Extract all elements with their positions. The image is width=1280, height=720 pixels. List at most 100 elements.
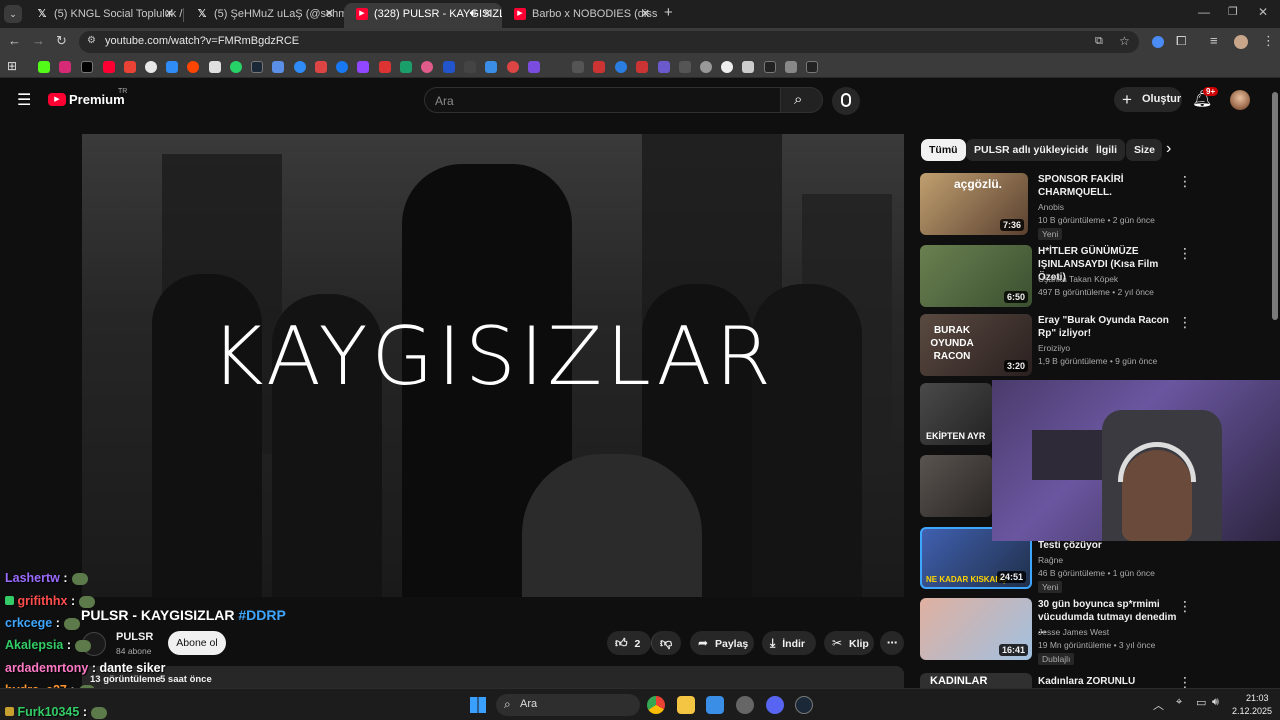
search-button[interactable]: ⌕ xyxy=(781,87,823,113)
address-bar[interactable]: ⚙︎ youtube.com/watch?v=FMRmBgdzRCE ⧉ ☆ xyxy=(79,31,1139,53)
youtube-bookmark-icon[interactable] xyxy=(103,61,115,73)
whatsapp-bookmark-icon[interactable] xyxy=(230,61,242,73)
swirl-bookmark-icon[interactable] xyxy=(679,61,691,73)
close-tab-icon[interactable]: ✕ xyxy=(483,3,492,25)
facebook-bookmark-icon[interactable] xyxy=(336,61,348,73)
chip-for-you[interactable]: Size xyxy=(1126,139,1162,161)
install-app-icon[interactable]: ⧉ xyxy=(1095,35,1103,48)
new-tab-icon[interactable]: + xyxy=(664,4,673,21)
download-button[interactable]: ⤓ İndir xyxy=(762,631,816,655)
more-actions-icon[interactable]: ⋮ xyxy=(1178,598,1192,615)
chart-bookmark-icon[interactable] xyxy=(593,61,605,73)
more-actions-icon[interactable]: ⋮ xyxy=(1178,245,1192,262)
page-scrollbar[interactable] xyxy=(1272,92,1278,320)
volume-icon[interactable]: 🔊︎ xyxy=(1212,696,1219,709)
settings-taskbar-icon[interactable] xyxy=(736,696,754,714)
more-actions-button[interactable]: ⋯ xyxy=(880,631,904,655)
github-bookmark-icon[interactable] xyxy=(721,61,733,73)
extension-icon[interactable] xyxy=(1152,36,1164,48)
red-bookmark-icon[interactable] xyxy=(379,61,391,73)
clock-time[interactable]: 21:03 xyxy=(1246,693,1269,703)
video-hashtag[interactable]: #DDRP xyxy=(238,607,285,623)
account-avatar[interactable] xyxy=(1230,90,1250,110)
reload-icon[interactable]: ↻ xyxy=(56,34,67,48)
close-tab-icon[interactable]: ✕ xyxy=(165,3,174,25)
link-bookmark-icon[interactable] xyxy=(700,61,712,73)
mail-bookmark-icon[interactable] xyxy=(315,61,327,73)
back-arrow-icon[interactable]: ← xyxy=(8,34,21,48)
speaker-icon[interactable]: 🔊︎ xyxy=(470,3,476,25)
c-bookmark-icon[interactable] xyxy=(764,61,776,73)
twitch-bookmark-icon[interactable] xyxy=(357,61,369,73)
recommendation-item[interactable]: BURAK OYUNDA RACON 3:20 Eray "Burak Oyun… xyxy=(920,314,1260,378)
video-title[interactable]: Eray "Burak Oyunda Racon Rp" izliyor! xyxy=(1038,314,1178,340)
like-button[interactable]: 👍︎ 2 xyxy=(607,631,651,655)
channel-name[interactable]: Rağne xyxy=(1038,555,1063,565)
recommendation-item[interactable]: 6:50 H*İTLER GÜNÜMÜZE IŞINLANSAYDI (Kısa… xyxy=(920,245,1260,309)
voice-search-button[interactable] xyxy=(832,87,860,115)
search-input[interactable]: Ara xyxy=(424,87,781,113)
video-thumbnail[interactable] xyxy=(920,455,992,517)
drive-bookmark-icon[interactable] xyxy=(166,61,178,73)
edit-bookmark-icon[interactable] xyxy=(658,61,670,73)
x-bookmark-icon[interactable] xyxy=(81,61,93,73)
extensions-puzzle-icon[interactable]: ⧠ xyxy=(1176,34,1186,48)
purple-bookmark-icon[interactable] xyxy=(528,61,540,73)
video-thumbnail[interactable]: 6:50 xyxy=(920,245,1032,307)
sync-bookmark-icon[interactable] xyxy=(272,61,284,73)
video-thumbnail[interactable]: 16:41 xyxy=(920,598,1032,660)
channel-name[interactable]: Anobis xyxy=(1038,202,1064,212)
news-bookmark-icon[interactable] xyxy=(209,61,221,73)
tab-youtube-pulsr[interactable]: ▶ (328) PULSR - KAYGISIZLAR 🔊︎ ✕ xyxy=(344,3,502,28)
video-title[interactable]: SPONSOR FAKİRİ CHARMQUELL. xyxy=(1038,173,1178,199)
tab-search-button[interactable]: ⌄ xyxy=(4,5,22,23)
chip-from-uploader[interactable]: PULSR adlı yükleyiciden xyxy=(966,139,1105,161)
channel-name-link[interactable]: PULSR xyxy=(116,631,153,643)
chevron-up-icon[interactable]: ︿ xyxy=(1153,697,1164,713)
apps-grid-icon[interactable]: ⊞ xyxy=(7,59,17,73)
taskbar-search[interactable]: ⌕ Ara xyxy=(496,694,640,716)
circle-bookmark-icon[interactable] xyxy=(615,61,627,73)
kick-bookmark-icon[interactable] xyxy=(38,61,50,73)
chrome-menu-icon[interactable]: ⋮ xyxy=(1262,34,1275,48)
create-button[interactable]: + Oluştur xyxy=(1114,87,1182,112)
chevron-right-icon[interactable]: › xyxy=(1166,140,1171,158)
play-bookmark-icon[interactable] xyxy=(294,61,306,73)
stack-bookmark-icon[interactable] xyxy=(742,61,754,73)
arrow-bookmark-icon[interactable] xyxy=(464,61,476,73)
tab-x-kngl[interactable]: 𝕏 (5) KNGL Social Topluluk / X ✕ xyxy=(24,3,184,28)
chrome-bookmark-icon[interactable] xyxy=(145,61,157,73)
green-bookmark-icon[interactable] xyxy=(400,61,412,73)
recommendation-item[interactable]: KADINLAR Kadınlara ZORUNLU ASKERLİK ⋮ xyxy=(920,673,1260,688)
gear-bookmark-icon[interactable] xyxy=(636,61,648,73)
channel-name[interactable]: Jesse James West xyxy=(1038,627,1109,637)
photos-icon[interactable] xyxy=(706,696,724,714)
steam-taskbar-icon[interactable] xyxy=(795,696,813,714)
cloud-bookmark-icon[interactable] xyxy=(507,61,519,73)
share-button[interactable]: ➦ Paylaş xyxy=(690,631,754,655)
tab-x-sehmuz[interactable]: 𝕏 (5) ŞeHMuZ uLaŞ (@sehmuzulas ✕ xyxy=(184,3,344,28)
notifications-button[interactable]: 🔔︎ 9+ xyxy=(1192,87,1219,111)
video-title[interactable]: Kadınlara ZORUNLU ASKERLİK xyxy=(1038,675,1178,688)
restore-icon[interactable]: ❐ xyxy=(1228,5,1238,18)
gmail-bookmark-icon[interactable] xyxy=(124,61,136,73)
clip-button[interactable]: ✂ Klip xyxy=(824,631,874,655)
tv-bookmark-icon[interactable] xyxy=(806,61,818,73)
video-player[interactable]: KAYGISIZLAR xyxy=(82,134,904,597)
forward-arrow-icon[interactable]: → xyxy=(32,34,45,48)
profile-avatar[interactable] xyxy=(1234,35,1248,49)
windows-start-icon[interactable] xyxy=(470,697,486,713)
steam-bookmark-icon[interactable] xyxy=(251,61,263,73)
chip-all[interactable]: Tümü xyxy=(921,139,966,161)
channel-name[interactable]: Eroiziiyo xyxy=(1038,343,1070,353)
channel-name[interactable]: Uşanka Takan Köpek xyxy=(1038,274,1118,284)
dislike-button[interactable]: 👎︎ xyxy=(651,631,681,655)
close-tab-icon[interactable]: ✕ xyxy=(641,3,650,25)
clock-date[interactable]: 2.12.2025 xyxy=(1232,706,1272,716)
network-icon[interactable]: ▭ xyxy=(1196,696,1206,709)
file-explorer-icon[interactable] xyxy=(677,696,695,714)
tab-youtube-barbo[interactable]: ▶ Barbo x NOBODIES (diss track) ✕ xyxy=(502,3,660,28)
close-tab-icon[interactable]: ✕ xyxy=(325,3,334,25)
b-bookmark-icon[interactable] xyxy=(443,61,455,73)
discord-taskbar-icon[interactable] xyxy=(766,696,784,714)
